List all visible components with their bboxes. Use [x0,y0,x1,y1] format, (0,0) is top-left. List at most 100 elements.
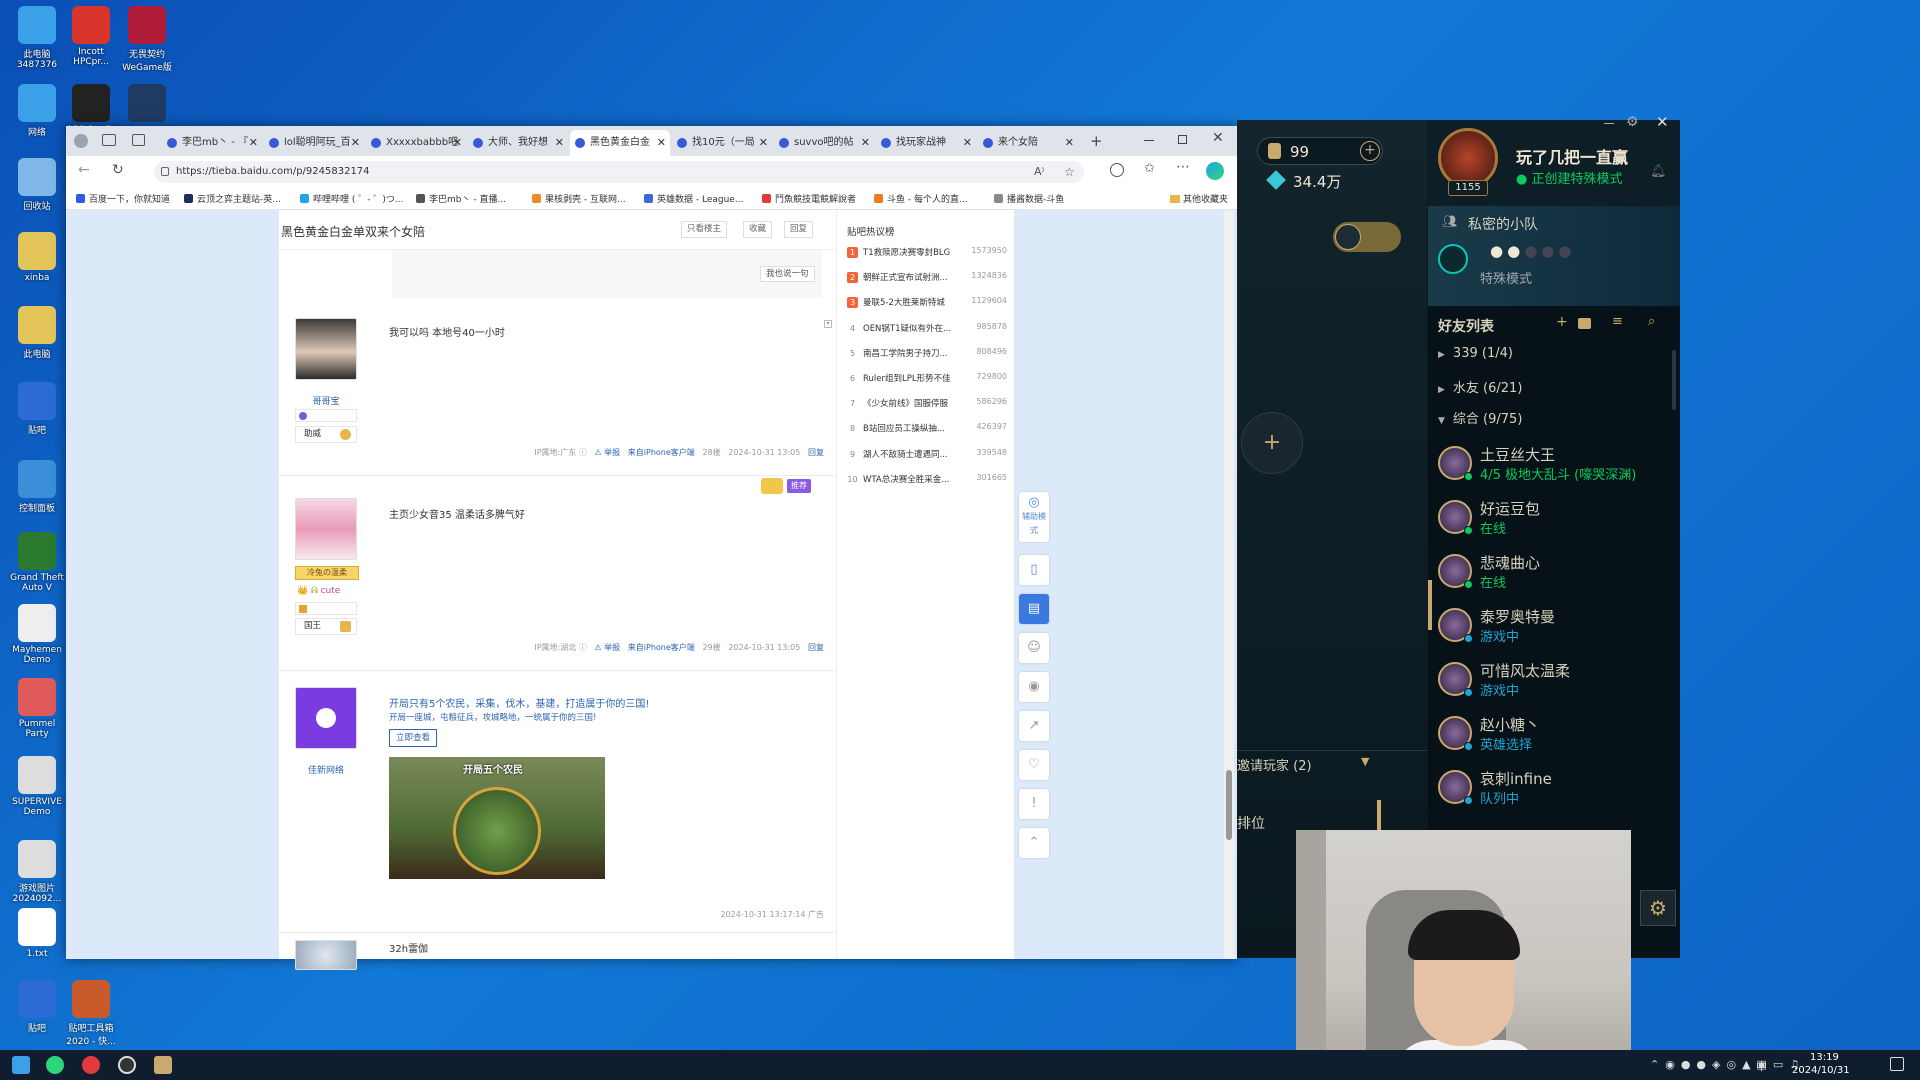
friend-item[interactable]: 泰罗奥特曼 游戏中 [1438,604,1658,658]
desktop-icon[interactable]: Mayhemen Demo [6,604,68,665]
hotlist-item[interactable]: 4 OEN锅T1疑似有外在... 985878 [847,322,1007,334]
reply-link[interactable]: 回复 [808,643,824,652]
hotlist-item[interactable]: 8 B站回应员工操纵抽... 426397 [847,422,1007,434]
tab-close-icon[interactable]: ✕ [1065,130,1074,156]
ad-view-button[interactable]: 立即查看 [389,729,438,747]
friend-group[interactable]: ▼ 综合 (9/75) [1438,408,1522,427]
hotlist-item[interactable]: 1 T1救赎愿决赛零封BLG 1573950 [847,246,1007,258]
hotlist-item[interactable]: 2 朝鲜正式宣布试射洲... 1324836 [847,271,1007,284]
ad-headline[interactable]: 开局只有5个农民，采集，伐木，基建，打造属于你的三国! [389,695,649,710]
avatar[interactable] [295,318,357,380]
desktop-icon[interactable]: 贴吧 [6,980,68,1034]
tray-icons[interactable]: ⌃◉●●◈◎▲▣▭♫ [1650,1058,1805,1071]
only-lz-button[interactable]: 只看楼主 [681,221,728,238]
add-friend-icon[interactable]: + [1556,314,1568,330]
desktop-icon[interactable]: 1.txt [6,908,68,959]
browser-tab[interactable]: 李巴mb丶 - 『✕ [162,130,262,156]
ime-indicator[interactable]: 中 [1756,1058,1767,1074]
desktop-icon[interactable]: SUPERVIVE Demo [6,756,68,817]
bookmark-item[interactable]: 哔哩哔哩 ( ゜- ゜)つ... [300,192,403,205]
friend-group[interactable]: ▶ 水友 (6/21) [1438,377,1522,396]
back-to-top-icon[interactable]: ⌃ [1019,828,1049,858]
scrollbar[interactable] [1224,210,1234,959]
minimize-icon[interactable] [1144,140,1154,141]
netease-music-icon[interactable] [82,1056,100,1074]
extensions-icon[interactable] [1110,163,1124,177]
tab-close-icon[interactable]: ✕ [861,130,870,156]
start-icon[interactable] [12,1056,30,1074]
browser-tab[interactable]: 找10元（一局 ✕ [672,130,772,156]
bot-icon[interactable]: ☺ [1019,633,1049,663]
desktop-icon[interactable]: 游戏图片 2024092... [6,840,68,904]
browser-tab[interactable]: 大师、我好想 ✕ [468,130,568,156]
avatar[interactable] [295,940,357,970]
chat-icon[interactable]: ▤ [1019,594,1049,624]
hotlist-item[interactable]: 9 湖人不敌骑士遭遇同... 339548 [847,448,1007,460]
browser-tab[interactable]: 找玩家战神 ✕ [876,130,976,156]
share-icon[interactable]: ↗ [1019,711,1049,741]
desktop-icon[interactable]: Pummel Party [6,678,68,739]
feedback-icon[interactable]: ! [1019,789,1049,819]
bookmark-item[interactable]: 云顶之弈主题站-英... [184,192,281,205]
edge-icon[interactable] [46,1056,64,1074]
friend-item[interactable]: 可惜风太温柔 游戏中 [1438,658,1658,712]
desktop-icon[interactable]: 贴吧工具箱 2020 - 快... [60,980,122,1047]
bookmark-item[interactable]: 英雄数据 - League... [644,192,743,205]
workspaces-icon[interactable] [102,134,116,146]
friend-item[interactable]: 悲魂曲心 在线 [1438,550,1658,604]
friend-item[interactable]: 土豆丝大王 4/5 极地大乱斗 (嚎哭深渊) [1438,442,1658,496]
add-folder-icon[interactable] [1578,318,1591,329]
assist-mode-button[interactable]: ◎ 辅助模式 [1019,492,1049,542]
profile-icon[interactable] [74,134,88,148]
close-icon[interactable]: ✕ [1212,130,1224,146]
username[interactable]: 哥哥宝 [279,394,373,407]
bookmark-item[interactable]: 李巴mb丶 - 直播... [416,192,506,205]
back-icon[interactable]: ← [78,162,90,178]
desktop-icon[interactable]: Incott HPCpr... [60,6,122,67]
friend-item[interactable]: 好运豆包 在线 [1438,496,1658,550]
bookmark-item[interactable]: 鬥魚競技電競解說者 [762,192,856,205]
bell-icon[interactable]: 🔔︎ [1650,164,1667,179]
browser-tab[interactable]: 来个女陪 ✕ [978,130,1078,156]
invite-players[interactable]: 邀请玩家 (2) ▼ [1237,750,1427,778]
other-favorites[interactable]: 其他收藏夹 [1170,192,1228,205]
obs-icon[interactable] [118,1056,136,1074]
desktop-icon[interactable]: 无畏契约 WeGame版 [116,6,178,73]
hotlist-item[interactable]: 5 南昌工学院男子持刀... 808496 [847,347,1007,359]
friend-item[interactable]: 哀刺infine 队列中 [1438,766,1658,820]
bookmark-item[interactable]: 播酱数据-斗鱼 [994,192,1064,205]
more-icon[interactable]: ⋯ [1176,159,1190,175]
clock-date[interactable]: 2024/10/31 [1792,1065,1850,1076]
list-view-icon[interactable]: ≡ [1612,314,1623,329]
search-icon[interactable]: ⌕ [1648,314,1655,329]
scrollbar[interactable] [1672,350,1676,410]
desktop-icon[interactable]: xinba [6,232,68,283]
tab-actions-icon[interactable] [132,134,145,146]
settings-icon[interactable]: ⚙ [1626,114,1639,130]
like-icon[interactable]: ♡ [1019,750,1049,780]
league-icon[interactable] [154,1056,172,1074]
report-link[interactable]: ⚠ 举报 [594,448,620,457]
party-toggle[interactable] [1333,222,1401,252]
favorite-button[interactable]: 收藏 [743,221,773,238]
tab-close-icon[interactable]: ✕ [963,130,972,156]
tab-close-icon[interactable]: ✕ [249,130,258,156]
desktop-icon[interactable]: 此电脑 [6,306,68,360]
report-link[interactable]: ⚠ 举报 [594,643,620,652]
ad-subline[interactable]: 开局一座城，屯粮征兵，攻城略地，一统属于你的三国! [389,711,596,723]
hotlist-item[interactable]: 10 WTA总决赛全胜采金... 301665 [847,473,1007,485]
invite-slot-button[interactable]: + [1241,412,1303,474]
url-input[interactable]: https://tieba.baidu.com/p/9245832174 A⁾ … [154,161,1084,183]
username[interactable]: 佳新网络 [279,763,373,776]
browser-tab[interactable]: 黑色黄金白金 ✕ [570,130,670,156]
bookmark-item[interactable]: 果核剥壳 - 互联网... [532,192,626,205]
bookmark-item[interactable]: 斗鱼 - 每个人的直... [874,192,968,205]
minimize-icon[interactable] [1604,123,1614,124]
desktop-icon[interactable]: 回收站 [6,158,68,212]
tab-close-icon[interactable]: ✕ [351,130,360,156]
mobile-icon[interactable]: ▯ [1019,555,1049,585]
clock-time[interactable]: 13:19 [1810,1052,1839,1063]
hotlist-item[interactable]: 7 《少女前线》国服停服 586296 [847,397,1007,409]
refresh-icon[interactable]: ↻ [112,162,124,178]
game-icon[interactable]: ◉ [1019,672,1049,702]
